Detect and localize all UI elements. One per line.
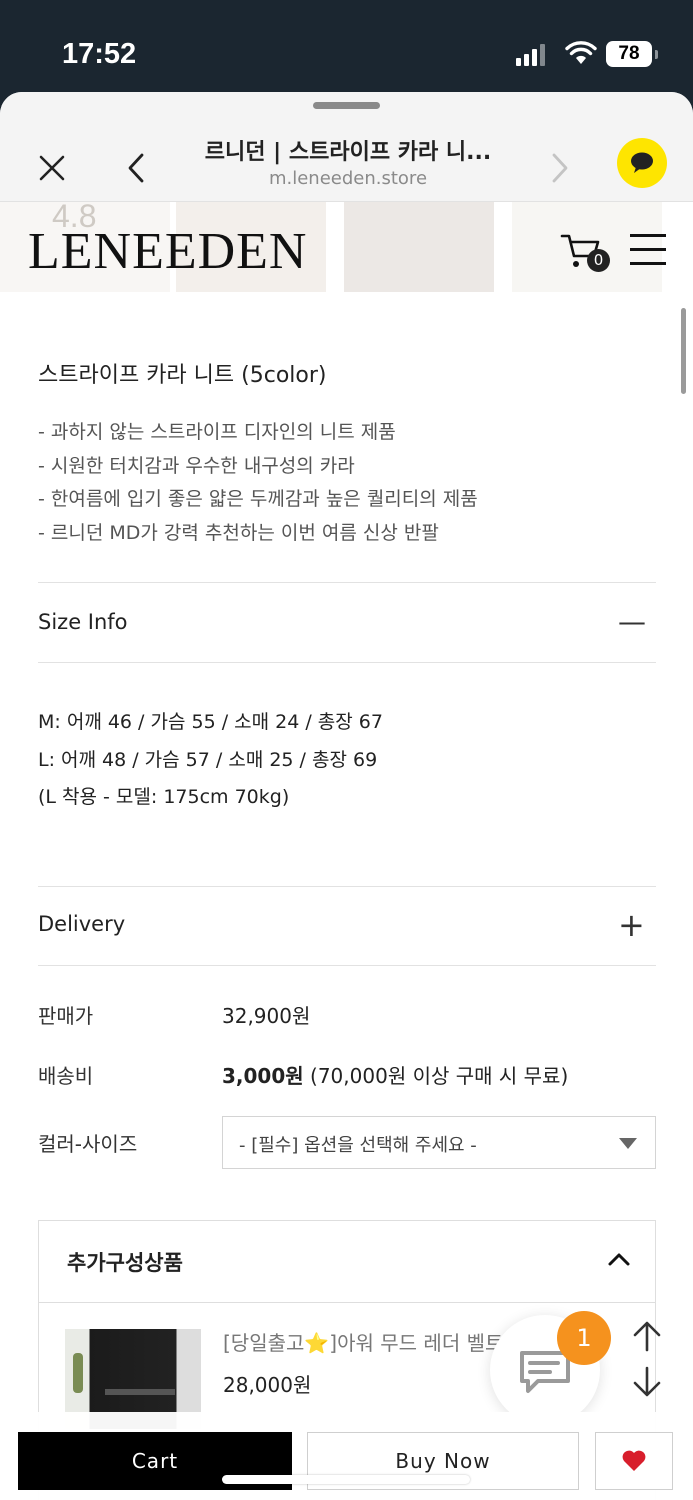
scrollbar[interactable] (681, 308, 686, 394)
close-icon (39, 155, 65, 181)
price-label: 판매가 (38, 1004, 94, 1028)
option-select-value: - [필수] 옵션을 선택해 주세요 - (239, 1135, 477, 1156)
divider (38, 662, 656, 663)
forward-button[interactable] (540, 144, 580, 192)
description-line: - 르니던 MD가 강력 추천하는 이번 여름 신상 반팔 (38, 521, 439, 544)
description-line: - 한여름에 입기 좋은 얇은 두께감과 높은 퀄리티의 제품 (38, 488, 478, 510)
chevron-right-icon (552, 153, 568, 183)
page-url: m.leneeden.store (268, 168, 428, 189)
size-info-title[interactable]: Size Info (38, 610, 128, 634)
price-value: 32,900원 (222, 1004, 311, 1028)
addon-title: 추가구성상품 (67, 1251, 183, 1275)
product-name: 스트라이프 카라 니트 (5color) (38, 363, 327, 388)
size-line: (L 착용 - 모델: 175cm 70kg) (38, 786, 290, 808)
kakao-chat-button[interactable] (617, 138, 667, 188)
option-label: 컬러-사이즈 (38, 1132, 138, 1156)
chat-unread-badge: 1 (557, 1311, 611, 1365)
option-select[interactable]: - [필수] 옵션을 선택해 주세요 - (222, 1116, 656, 1169)
product-description: - 과하지 않는 스트라이프 디자인의 니트 제품 - 시원한 터치감과 우수한… (38, 416, 478, 550)
divider (38, 965, 656, 966)
back-button[interactable] (116, 144, 156, 192)
signal-icon (516, 44, 545, 66)
wishlist-button[interactable] (595, 1432, 673, 1490)
close-button[interactable] (28, 144, 76, 192)
scroll-bottom-arrow-icon[interactable] (630, 1364, 664, 1398)
addon-item-name[interactable]: [당일출고⭐]아워 무드 레더 벨트 (223, 1327, 503, 1356)
wifi-icon (565, 41, 597, 64)
site-header: 4.8 LENEEDEN 0 (0, 202, 693, 296)
browser-sheet: 르니던 | 스트라이프 카라 니... m.leneeden.store 4.8… (0, 92, 693, 1500)
description-line: - 과하지 않는 스트라이프 디자인의 니트 제품 (38, 421, 396, 443)
scroll-top-arrow-icon[interactable] (630, 1320, 664, 1354)
site-logo[interactable]: LENEEDEN (28, 222, 307, 281)
shipping-value-wrap: 3,000원 (70,000원 이상 구매 시 무료) (222, 1060, 568, 1089)
divider (38, 886, 656, 887)
status-time: 17:52 (62, 38, 137, 70)
chevron-left-icon (128, 153, 144, 183)
addon-item-price: 28,000원 (223, 1373, 312, 1397)
heart-icon (622, 1450, 646, 1471)
divider (38, 582, 656, 583)
size-info-collapse-toggle[interactable]: — (618, 608, 646, 636)
description-line: - 시원한 터치감과 우수한 내구성의 카라 (38, 454, 355, 477)
shipping-fee: 3,000원 (222, 1064, 304, 1088)
size-line: M: 어깨 46 / 가슴 55 / 소매 24 / 총장 67 (38, 711, 383, 733)
status-bar: 17:52 78 (0, 0, 693, 92)
purchase-bar: Cart Buy Now (0, 1412, 693, 1500)
cart-count-badge: 0 (587, 249, 610, 272)
size-line: L: 어깨 48 / 가슴 57 / 소매 25 / 총장 69 (38, 748, 378, 771)
home-indicator[interactable] (222, 1475, 470, 1484)
browser-toolbar: 르니던 | 스트라이프 카라 니... m.leneeden.store (0, 92, 693, 202)
sheet-grabber[interactable] (313, 102, 380, 109)
hamburger-menu-icon[interactable] (630, 234, 666, 266)
battery-indicator: 78 (606, 41, 658, 67)
dropdown-arrow-icon (619, 1138, 637, 1149)
shipping-label: 배송비 (38, 1064, 94, 1088)
speech-bubble-icon (631, 152, 653, 173)
size-info-content: M: 어깨 46 / 가슴 55 / 소매 24 / 총장 67 L: 어깨 4… (38, 704, 383, 817)
shipping-note: (70,000원 이상 구매 시 무료) (303, 1064, 569, 1088)
page-title: 르니던 | 스트라이프 카라 니... (204, 140, 492, 165)
chevron-up-icon[interactable] (607, 1251, 631, 1267)
delivery-title[interactable]: Delivery (38, 912, 125, 936)
addon-header[interactable]: 추가구성상품 (39, 1221, 655, 1303)
delivery-expand-toggle[interactable]: + (618, 909, 645, 941)
thumbnail-strip-image (344, 202, 494, 292)
